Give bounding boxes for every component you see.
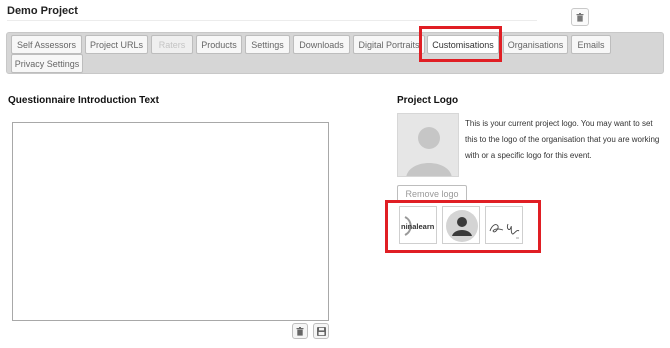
trash-icon	[576, 12, 584, 22]
save-text-button[interactable]	[313, 323, 329, 339]
delete-project-button[interactable]	[571, 8, 589, 26]
trash-icon	[296, 326, 304, 336]
clear-text-button[interactable]	[292, 323, 308, 339]
tab-downloads[interactable]: Downloads	[293, 35, 350, 54]
project-logo-heading: Project Logo	[397, 95, 459, 106]
current-logo	[397, 113, 459, 177]
tab-organisations[interactable]: Organisations	[503, 35, 568, 54]
questionnaire-intro-textarea[interactable]	[12, 122, 329, 321]
tab-privacy-settings[interactable]: Privacy Settings	[11, 54, 83, 73]
tab-settings[interactable]: Settings	[245, 35, 290, 54]
tab-project-urls[interactable]: Project URLs	[85, 35, 148, 54]
tab-digital-portraits[interactable]: Digital Portraits	[353, 35, 425, 54]
logo-options-highlight	[385, 200, 541, 253]
title-divider	[7, 20, 537, 21]
customisations-tab-highlight	[419, 26, 502, 62]
tab-emails[interactable]: Emails	[571, 35, 611, 54]
tab-bar: Self Assessors Project URLs Raters Produ…	[6, 32, 664, 74]
save-icon	[316, 326, 326, 336]
page-title: Demo Project	[7, 5, 78, 17]
default-avatar-icon	[398, 114, 458, 176]
tab-raters: Raters	[151, 35, 193, 54]
tab-products[interactable]: Products	[196, 35, 242, 54]
tab-self-assessors[interactable]: Self Assessors	[11, 35, 82, 54]
logo-description: This is your current project logo. You m…	[465, 119, 660, 160]
questionnaire-heading: Questionnaire Introduction Text	[8, 95, 159, 106]
